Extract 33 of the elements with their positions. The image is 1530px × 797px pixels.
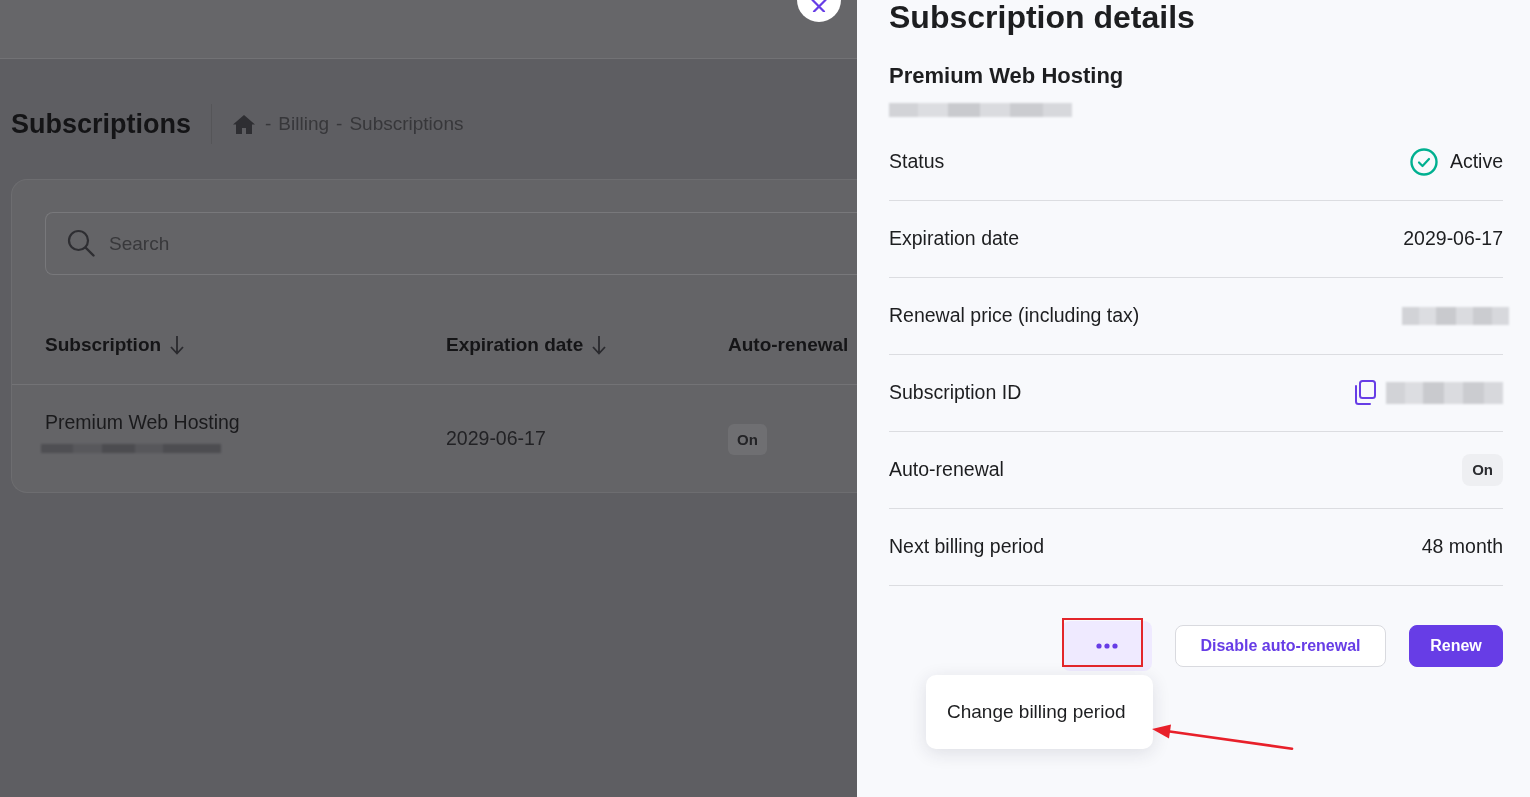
panel-title: Subscription details (889, 0, 1196, 36)
detail-label: Subscription ID (889, 380, 1022, 406)
status-badge: On (728, 423, 767, 455)
renew-button[interactable]: Renew (1409, 625, 1503, 667)
product-name: Premium Web Hosting (45, 411, 241, 434)
detail-label: Auto-renewal (889, 457, 1004, 483)
detail-value: Active (1449, 149, 1503, 175)
check-circle-icon (1409, 148, 1438, 176)
detail-label: Status (889, 149, 945, 175)
column-header[interactable]: Subscription (45, 325, 185, 365)
dots-icon (1096, 643, 1118, 649)
sort-arrow-icon[interactable] (170, 335, 185, 355)
copy-icon[interactable] (1353, 380, 1376, 406)
disable-button[interactable]: Disable auto-renewal (1175, 625, 1386, 667)
table-cell: 2029-06-17 (446, 427, 546, 450)
detail-value: 2029-06-17 (1403, 226, 1503, 252)
status-badge: On (1462, 454, 1503, 486)
page-title: Subscriptions (11, 110, 192, 138)
detail-label: Renewal price (including tax) (889, 303, 1140, 329)
column-header[interactable]: Expiration date (446, 325, 607, 365)
more-button[interactable] (1062, 621, 1152, 671)
detail-value: 48 month (1421, 534, 1503, 560)
column-header[interactable]: Auto-renewal (728, 325, 849, 365)
detail-label: Expiration date (889, 226, 1020, 252)
home-icon[interactable] (233, 114, 256, 134)
breadcrumb-separator: - (336, 111, 343, 136)
search-icon (67, 229, 95, 257)
menu-item[interactable]: Change billing period (926, 697, 1147, 727)
sort-arrow-icon[interactable] (592, 335, 607, 355)
breadcrumb-separator: - (265, 111, 272, 136)
product-name: Premium Web Hosting (889, 63, 1125, 89)
detail-label: Next billing period (889, 534, 1044, 560)
close-icon (811, 0, 827, 12)
